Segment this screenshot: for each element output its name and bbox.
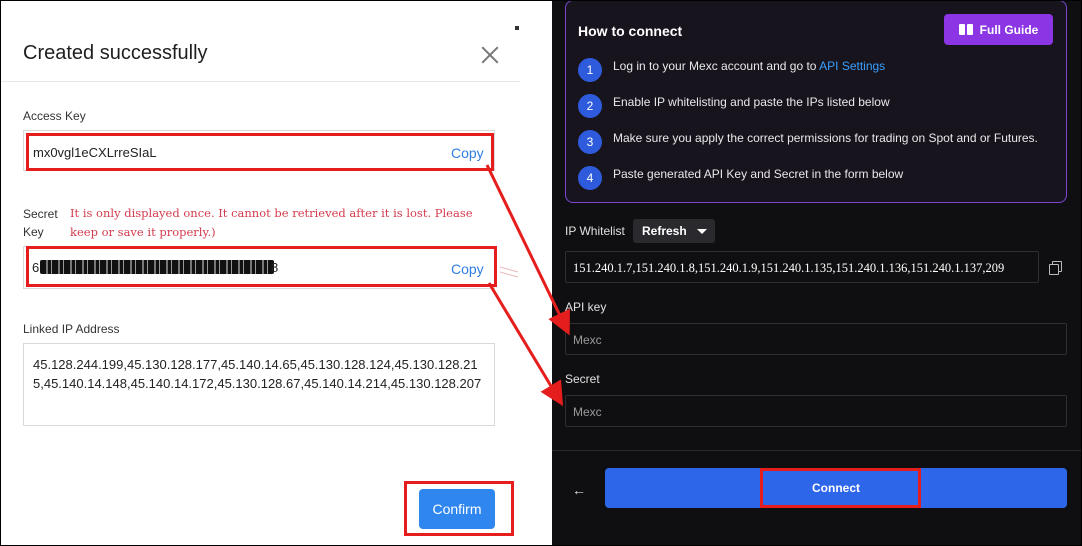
refresh-label: Refresh [642,224,687,238]
book-icon [958,24,973,35]
secret-placeholder: Mexc [573,405,602,419]
step-number: 3 [578,130,602,154]
title-divider [0,81,520,82]
api-key-label: API key [565,300,607,314]
secret-input[interactable] [565,395,1067,427]
api-settings-link[interactable]: API Settings [819,59,885,73]
api-key-input[interactable] [565,323,1067,355]
ip-whitelist-label: IP Whitelist [565,224,625,238]
secret-warning: It is only displayed once. It cannot be … [70,206,473,239]
back-arrow-icon[interactable]: ← [572,482,586,498]
linked-ip-value: 45.128.244.199,45.130.128.177,45.140.14.… [33,357,482,391]
copy-access-key-button[interactable]: Copy [451,145,484,161]
secret-key-label: Secret [23,207,58,221]
copy-icon[interactable] [1049,261,1062,275]
step-number: 4 [578,166,602,190]
footer-divider [552,450,1082,451]
secret-key-redaction [40,260,274,274]
created-successfully-modal: Created successfully Access Key mx0vgl1e… [0,0,552,546]
how-to-connect-title: How to connect [578,23,683,39]
secret-key-label-line2: Key [23,225,44,239]
decorative-mark [515,26,519,30]
secret-key-start: 6 [32,260,40,275]
secret-key-label-2: Key [23,225,44,239]
api-key-placeholder: Mexc [573,333,602,347]
copy-secret-key-button[interactable]: Copy [451,261,484,277]
full-guide-label: Full Guide [979,22,1039,37]
caret-down-icon [697,229,707,234]
step-text: Enable IP whitelisting and paste the IPs… [613,95,890,109]
secret-key-end: 8 [271,260,279,275]
access-key-value: mx0vgl1eCXLrreSIaL [33,145,157,160]
refresh-dropdown[interactable]: Refresh [633,219,715,243]
connect-button[interactable]: Connect [605,468,1067,508]
step-number: 1 [578,58,602,82]
access-key-label: Access Key [23,109,86,123]
step-text: Log in to your Mexc account and go to AP… [613,59,885,73]
step-text: Make sure you apply the correct permissi… [613,131,1038,145]
close-icon[interactable] [479,44,501,66]
step-text-body: Log in to your Mexc account and go to [613,59,820,73]
ip-whitelist-value: 151.240.1.7,151.240.1.8,151.240.1.9,151.… [573,261,1005,275]
confirm-button[interactable]: Confirm [419,489,495,529]
modal-title: Created successfully [23,42,208,64]
full-guide-button[interactable]: Full Guide [944,14,1053,45]
step-number: 2 [578,94,602,118]
step-text: Paste generated API Key and Secret in th… [613,167,904,181]
secret-key-label-line1: Secret [23,207,58,221]
linked-ip-label: Linked IP Address [23,322,120,336]
secret-label: Secret [565,372,600,386]
